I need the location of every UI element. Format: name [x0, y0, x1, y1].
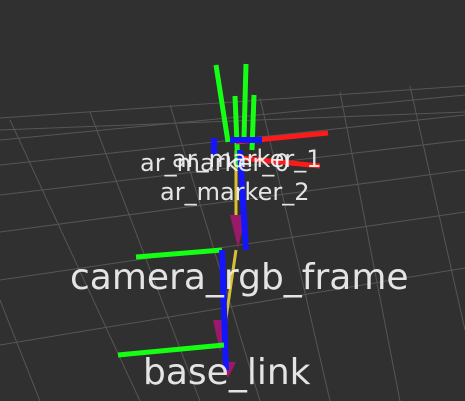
frame-label-ar-marker-1: ar_marker_1 — [172, 145, 321, 173]
frame-label-camera-rgb-frame: camera_rgb_frame — [70, 257, 409, 298]
rviz-3d-view[interactable]: ar_marker_0 ar_marker_1 ar_marker_2 came… — [0, 0, 465, 401]
tf-scene[interactable]: ar_marker_0 ar_marker_1 ar_marker_2 came… — [0, 0, 465, 401]
frame-label-ar-marker-2: ar_marker_2 — [160, 178, 309, 206]
frame-label-base-link: base_link — [143, 352, 311, 393]
